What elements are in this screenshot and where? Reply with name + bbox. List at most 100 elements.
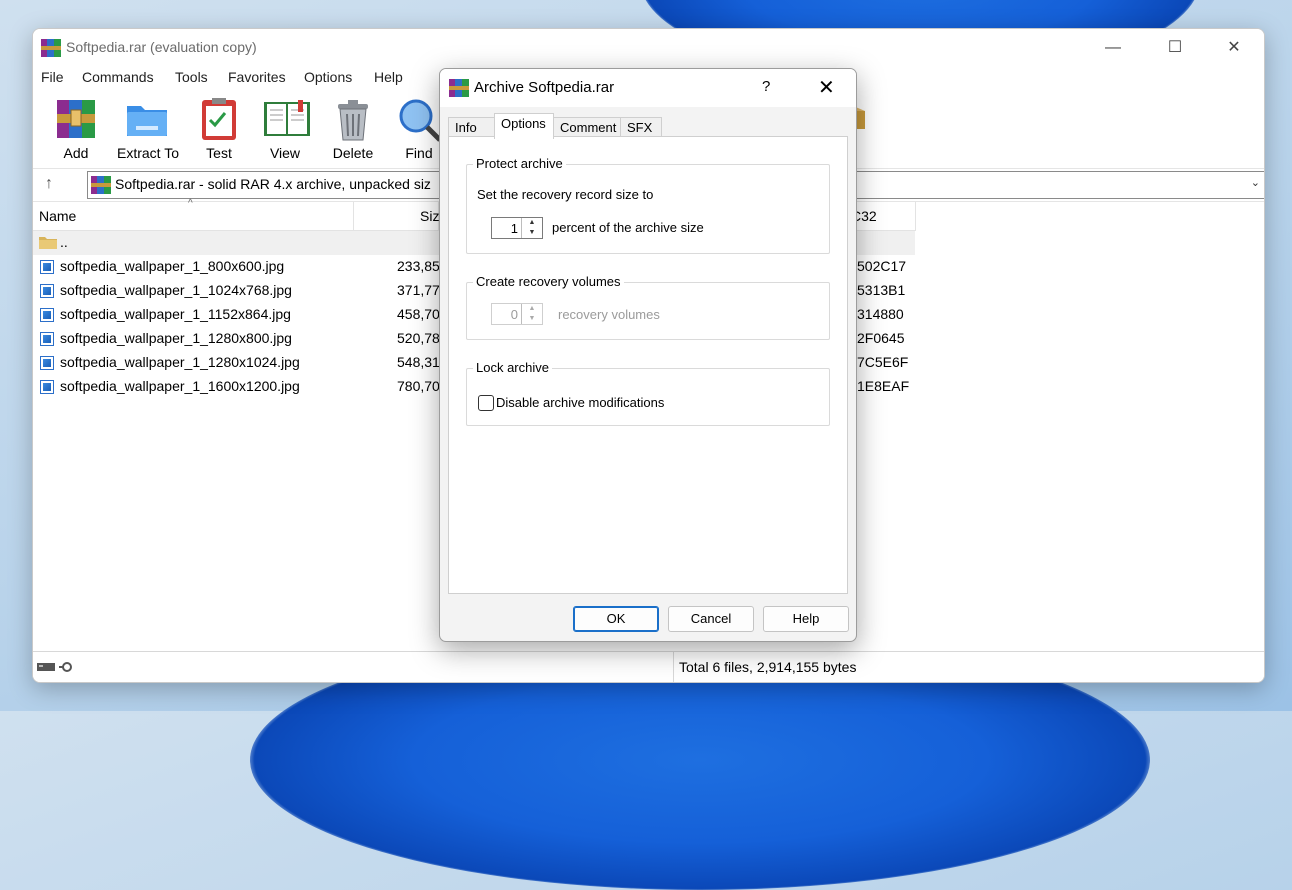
menu-options[interactable]: Options bbox=[304, 69, 352, 85]
disable-modifications-checkbox[interactable] bbox=[478, 395, 494, 411]
delete-button[interactable]: Delete bbox=[323, 93, 383, 161]
file-name: softpedia_wallpaper_1_800x600.jpg bbox=[60, 258, 285, 274]
view-book-icon bbox=[262, 96, 310, 142]
recovery-percent-value: 1 bbox=[510, 221, 518, 236]
column-name-label: Name bbox=[39, 208, 77, 224]
image-file-icon bbox=[40, 380, 54, 394]
file-crc: 7C5E6F bbox=[857, 354, 909, 370]
folder-icon bbox=[39, 235, 57, 252]
recovery-record-instruction: Set the recovery record size to bbox=[477, 187, 654, 202]
file-size: 548,31 bbox=[397, 354, 440, 370]
file-name: softpedia_wallpaper_1_1280x1024.jpg bbox=[60, 354, 300, 370]
view-button[interactable]: View bbox=[255, 93, 315, 161]
column-name[interactable]: Name ^ bbox=[33, 198, 354, 231]
lock-archive-label: Lock archive bbox=[473, 360, 552, 375]
image-file-icon bbox=[40, 284, 54, 298]
test-clipboard-icon bbox=[196, 96, 242, 142]
protect-archive-label: Protect archive bbox=[473, 156, 566, 171]
options-panel: Protect archive Set the recovery record … bbox=[448, 136, 848, 594]
chevron-down-icon[interactable]: ⌄ bbox=[1251, 176, 1260, 189]
file-size: 520,78 bbox=[397, 330, 440, 346]
file-crc: 2F0645 bbox=[857, 330, 905, 346]
delete-label: Delete bbox=[332, 145, 374, 161]
recovery-percent-suffix: percent of the archive size bbox=[552, 220, 704, 235]
stepper-arrows-icon[interactable]: ▲ ▼ bbox=[521, 218, 542, 238]
dialog-title-bar: Archive Softpedia.rar ? ✕ bbox=[440, 69, 856, 107]
file-name: softpedia_wallpaper_1_1600x1200.jpg bbox=[60, 378, 300, 394]
stepper-arrows-icon[interactable]: ▲ ▼ bbox=[521, 304, 542, 324]
watermark-text: SOFTPEDIA bbox=[1096, 654, 1263, 684]
help-question-icon[interactable]: ? bbox=[762, 78, 770, 95]
recovery-volumes-stepper[interactable]: 0 ▲ ▼ bbox=[491, 303, 543, 325]
extract-to-button[interactable]: Extract To bbox=[117, 93, 179, 161]
image-file-icon bbox=[40, 260, 54, 274]
drive-key-icon bbox=[37, 660, 81, 676]
help-button[interactable]: Help bbox=[763, 606, 849, 632]
menu-tools[interactable]: Tools bbox=[175, 69, 208, 85]
column-crc[interactable]: C32 bbox=[851, 202, 916, 231]
winrar-app-icon bbox=[41, 39, 61, 60]
file-size: 371,77 bbox=[397, 282, 440, 298]
magnifier-icon bbox=[396, 96, 442, 142]
protect-archive-group: Protect archive Set the recovery record … bbox=[466, 156, 830, 254]
menu-favorites[interactable]: Favorites bbox=[228, 69, 286, 85]
recovery-volumes-suffix: recovery volumes bbox=[558, 307, 660, 322]
status-divider bbox=[673, 652, 674, 682]
maximize-button[interactable]: ☐ bbox=[1152, 34, 1198, 62]
view-label: View bbox=[269, 145, 301, 161]
minimize-button[interactable]: — bbox=[1090, 34, 1136, 62]
title-bar: Softpedia.rar (evaluation copy) — ☐ ✕ bbox=[33, 29, 1264, 65]
tab-options[interactable]: Options bbox=[494, 113, 554, 139]
file-size: 458,70 bbox=[397, 306, 440, 322]
file-name: .. bbox=[60, 234, 68, 250]
test-label: Test bbox=[206, 145, 232, 161]
tab-sfx[interactable]: SFX bbox=[620, 117, 662, 138]
menu-help[interactable]: Help bbox=[374, 69, 403, 85]
image-file-icon bbox=[40, 308, 54, 322]
menu-commands[interactable]: Commands bbox=[82, 69, 154, 85]
archive-dialog: Archive Softpedia.rar ? ✕ Info Options C… bbox=[439, 68, 857, 642]
add-archive-icon bbox=[53, 96, 99, 142]
window-title: Softpedia.rar (evaluation copy) bbox=[66, 39, 257, 55]
extract-folder-icon bbox=[124, 96, 170, 142]
cancel-button[interactable]: Cancel bbox=[668, 606, 754, 632]
dialog-close-icon[interactable]: ✕ bbox=[818, 75, 835, 100]
tab-comment[interactable]: Comment bbox=[553, 117, 624, 138]
lock-archive-group: Lock archive Disable archive modificatio… bbox=[466, 360, 830, 426]
column-size[interactable]: Siz bbox=[354, 202, 439, 231]
extract-to-label: Extract To bbox=[117, 145, 179, 161]
file-crc: 502C17 bbox=[857, 258, 907, 274]
menu-file[interactable]: File bbox=[41, 69, 64, 85]
trash-icon bbox=[330, 96, 376, 142]
disable-modifications-label[interactable]: Disable archive modifications bbox=[496, 395, 664, 410]
column-size-label: Siz bbox=[420, 208, 440, 224]
recovery-volumes-group: Create recovery volumes 0 ▲ ▼ recovery vo… bbox=[466, 274, 830, 340]
up-arrow-icon[interactable]: ↑ bbox=[45, 175, 53, 193]
status-text: Total 6 files, 2,914,155 bytes bbox=[679, 659, 857, 675]
image-file-icon bbox=[40, 356, 54, 370]
recovery-percent-stepper[interactable]: 1 ▲ ▼ bbox=[491, 217, 543, 239]
winrar-dialog-icon bbox=[449, 79, 469, 100]
archive-path-text: Softpedia.rar - solid RAR 4.x archive, u… bbox=[115, 176, 431, 192]
recovery-volumes-label: Create recovery volumes bbox=[473, 274, 624, 289]
add-label: Add bbox=[63, 145, 89, 161]
image-file-icon bbox=[40, 332, 54, 346]
file-crc: 1E8EAF bbox=[857, 378, 910, 394]
file-size: 780,70 bbox=[397, 378, 440, 394]
file-name: softpedia_wallpaper_1_1280x800.jpg bbox=[60, 330, 292, 346]
add-button[interactable]: Add bbox=[46, 93, 106, 161]
file-size: 233,85 bbox=[397, 258, 440, 274]
recovery-volumes-value: 0 bbox=[510, 307, 518, 322]
dialog-title: Archive Softpedia.rar bbox=[474, 79, 615, 96]
file-name: softpedia_wallpaper_1_1152x864.jpg bbox=[60, 306, 291, 322]
archive-icon bbox=[91, 176, 111, 197]
ok-button[interactable]: OK bbox=[573, 606, 659, 632]
file-crc: 314880 bbox=[857, 306, 904, 322]
file-crc: 5313B1 bbox=[857, 282, 906, 298]
close-button[interactable]: ✕ bbox=[1211, 34, 1257, 62]
status-bar: Total 6 files, 2,914,155 bytes bbox=[33, 651, 1264, 682]
tab-info[interactable]: Info bbox=[448, 117, 495, 138]
test-button[interactable]: Test bbox=[189, 93, 249, 161]
file-name: softpedia_wallpaper_1_1024x768.jpg bbox=[60, 282, 292, 298]
sort-asc-icon: ^ bbox=[188, 198, 193, 209]
